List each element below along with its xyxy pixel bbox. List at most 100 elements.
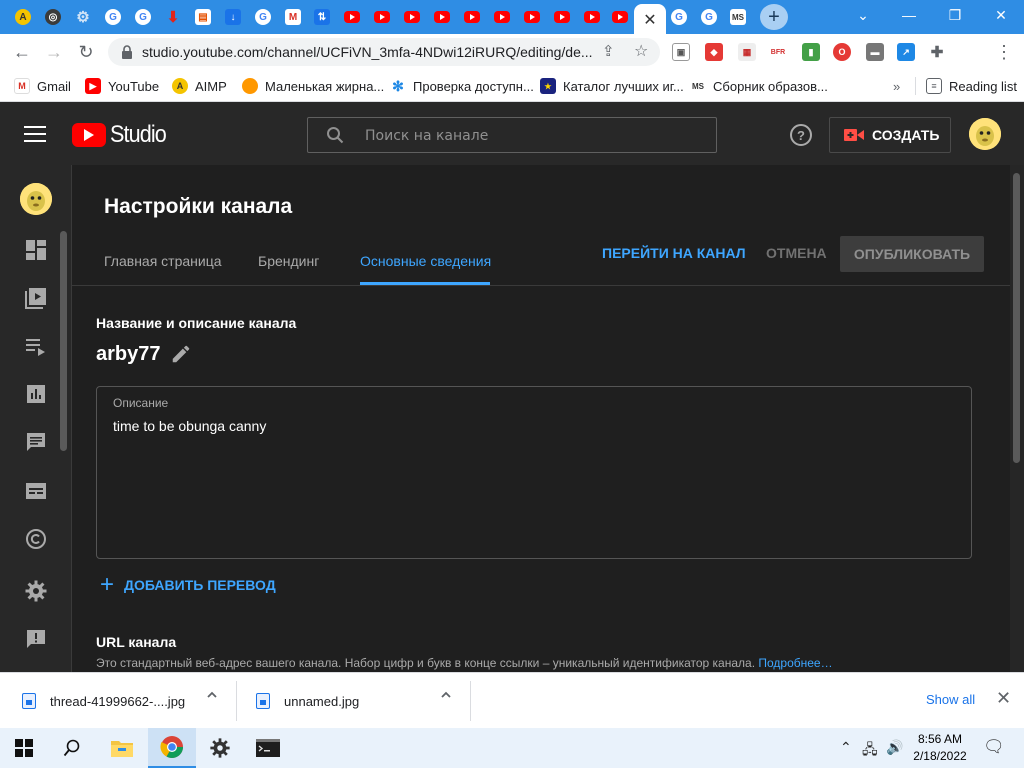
extension-bfr-icon[interactable]: BFR [769, 43, 787, 61]
volume-icon[interactable]: 🔊 [886, 739, 903, 756]
tab-download-red[interactable]: ⬇ [162, 6, 184, 28]
learn-more-link[interactable]: Подробнее… [758, 656, 832, 670]
dashboard-icon[interactable] [24, 238, 48, 262]
tab-youtube-8[interactable] [551, 6, 573, 28]
reload-button[interactable]: ↻ [72, 38, 100, 66]
download-item-2[interactable]: unnamed.jpg [256, 681, 359, 721]
analytics-icon[interactable] [24, 382, 48, 406]
new-tab-button[interactable]: + [760, 4, 788, 30]
extension-doc-icon[interactable]: ▣ [672, 43, 690, 61]
copyright-icon[interactable] [24, 527, 48, 551]
tab-google-3[interactable]: G [252, 6, 274, 28]
tab-youtube-7[interactable] [521, 6, 543, 28]
restore-button[interactable]: ❐ [932, 0, 978, 30]
address-url[interactable]: studio.youtube.com/channel/UCFiVN_3mfa-4… [142, 44, 602, 60]
bookmark-aimp[interactable]: A AIMP [172, 77, 227, 95]
tab-chrome[interactable]: ◎ [42, 6, 64, 28]
bookmark-access-check[interactable]: ✻ Проверка доступн... [390, 77, 534, 95]
chevron-up-icon[interactable] [206, 689, 218, 701]
tab-search-button[interactable]: ⌄ [840, 0, 886, 30]
more-bookmarks-button[interactable]: » [893, 77, 900, 95]
extension-image-icon[interactable]: ▦ [738, 43, 756, 61]
tab-youtube-10[interactable] [609, 6, 631, 28]
tab-youtube-3[interactable] [401, 6, 423, 28]
tab-youtube-5[interactable] [461, 6, 483, 28]
active-tab[interactable]: ✕ [634, 4, 666, 34]
address-bar[interactable]: studio.youtube.com/channel/UCFiVN_3mfa-4… [108, 38, 660, 66]
tab-google-4[interactable]: G [668, 6, 690, 28]
bookmark-small-fat[interactable]: Маленькая жирна... [242, 77, 384, 95]
channel-avatar[interactable] [20, 183, 52, 215]
back-button[interactable]: ← [8, 38, 36, 66]
tab-google-2[interactable]: G [132, 6, 154, 28]
browser-menu-button[interactable]: ⋮ [990, 38, 1018, 66]
page-scrollbar-thumb[interactable] [1013, 173, 1020, 463]
taskbar-file-explorer[interactable] [98, 728, 146, 768]
tab-google-1[interactable]: G [102, 6, 124, 28]
show-all-downloads-link[interactable]: Show all [926, 692, 975, 707]
bookmark-games-catalog[interactable]: ★ Каталог лучших иг... [540, 77, 684, 95]
go-to-channel-button[interactable]: ПЕРЕЙТИ НА КАНАЛ [602, 245, 746, 261]
tab-download-blue[interactable]: ↓ [222, 6, 244, 28]
extension-gamepad-icon[interactable]: ▬ [866, 43, 884, 61]
notifications-icon[interactable]: 🗨 [983, 737, 1005, 757]
reading-list-button[interactable]: ≡ Reading list [915, 77, 1017, 95]
close-download-bar-button[interactable]: ✕ [996, 688, 1011, 709]
page-scrollbar[interactable] [1010, 165, 1024, 672]
settings-gear-icon[interactable] [24, 579, 48, 603]
tab-google-5[interactable]: G [698, 6, 720, 28]
tab-ms[interactable]: MS [727, 6, 749, 28]
tab-gmail[interactable]: M [282, 6, 304, 28]
tab-home-page[interactable]: Главная страница [104, 253, 222, 269]
taskbar-settings[interactable] [196, 728, 244, 768]
comments-icon[interactable] [24, 430, 48, 454]
hamburger-menu-icon[interactable] [24, 126, 46, 142]
rail-scrollbar[interactable] [60, 231, 67, 451]
channel-search-input[interactable]: Поиск на канале [307, 117, 717, 153]
extensions-puzzle-icon[interactable]: ✚ [928, 43, 946, 61]
close-window-button[interactable]: ✕ [978, 0, 1024, 30]
taskbar-terminal[interactable] [244, 728, 292, 768]
add-translation-button[interactable]: + ДОБАВИТЬ ПЕРЕВОД [100, 573, 276, 597]
subtitles-icon[interactable] [24, 479, 48, 503]
tab-youtube-6[interactable] [491, 6, 513, 28]
tab-youtube-4[interactable] [431, 6, 453, 28]
share-icon[interactable]: ⇪ [602, 42, 615, 60]
tab-youtube-1[interactable] [341, 6, 363, 28]
help-button[interactable]: ? [790, 124, 812, 146]
studio-logo[interactable]: Studio [72, 121, 172, 149]
tab-basic-info[interactable]: Основные сведения [360, 253, 491, 269]
create-button[interactable]: СОЗДАТЬ [829, 117, 951, 153]
bookmark-gmail[interactable]: M Gmail [14, 77, 71, 95]
bookmark-images-collection[interactable]: MS Сборник образов... [690, 77, 828, 95]
system-clock[interactable]: 8:56 AM 2/18/2022 [910, 731, 970, 765]
playlists-icon[interactable] [24, 334, 48, 358]
publish-button[interactable]: ОПУБЛИКОВАТЬ [840, 236, 984, 272]
extension-opera-icon[interactable]: O [833, 43, 851, 61]
tab-doc[interactable]: ▤ [192, 6, 214, 28]
minimize-button[interactable]: — [886, 0, 932, 30]
star-icon[interactable]: ☆ [634, 41, 648, 60]
tab-upload[interactable]: ⇅ [311, 6, 333, 28]
tray-chevron-up-icon[interactable]: ⌃ [840, 739, 852, 756]
forward-button[interactable]: → [40, 38, 68, 66]
tab-youtube-2[interactable] [371, 6, 393, 28]
description-field[interactable]: Описание time to be obunga canny [96, 386, 972, 559]
chevron-up-icon[interactable] [440, 689, 452, 701]
tab-aimp[interactable]: A [12, 6, 34, 28]
extension-arrow-icon[interactable]: ↗ [897, 43, 915, 61]
taskbar-chrome[interactable] [148, 728, 196, 768]
content-icon[interactable] [24, 286, 48, 310]
description-value[interactable]: time to be obunga canny [113, 418, 266, 434]
start-button[interactable] [0, 728, 48, 768]
feedback-icon[interactable] [24, 627, 48, 651]
taskbar-search-button[interactable] [48, 728, 96, 768]
tab-youtube-9[interactable] [581, 6, 603, 28]
tab-settings[interactable]: ⚙ [72, 6, 94, 28]
extension-green-icon[interactable]: ▮ [802, 43, 820, 61]
close-icon[interactable]: ✕ [643, 10, 656, 29]
bookmark-youtube[interactable]: ▶ YouTube [85, 77, 159, 95]
edit-pencil-icon[interactable] [170, 343, 192, 365]
download-item-1[interactable]: thread-41999662-....jpg [22, 681, 185, 721]
network-icon[interactable]: 🖧 [862, 739, 878, 763]
